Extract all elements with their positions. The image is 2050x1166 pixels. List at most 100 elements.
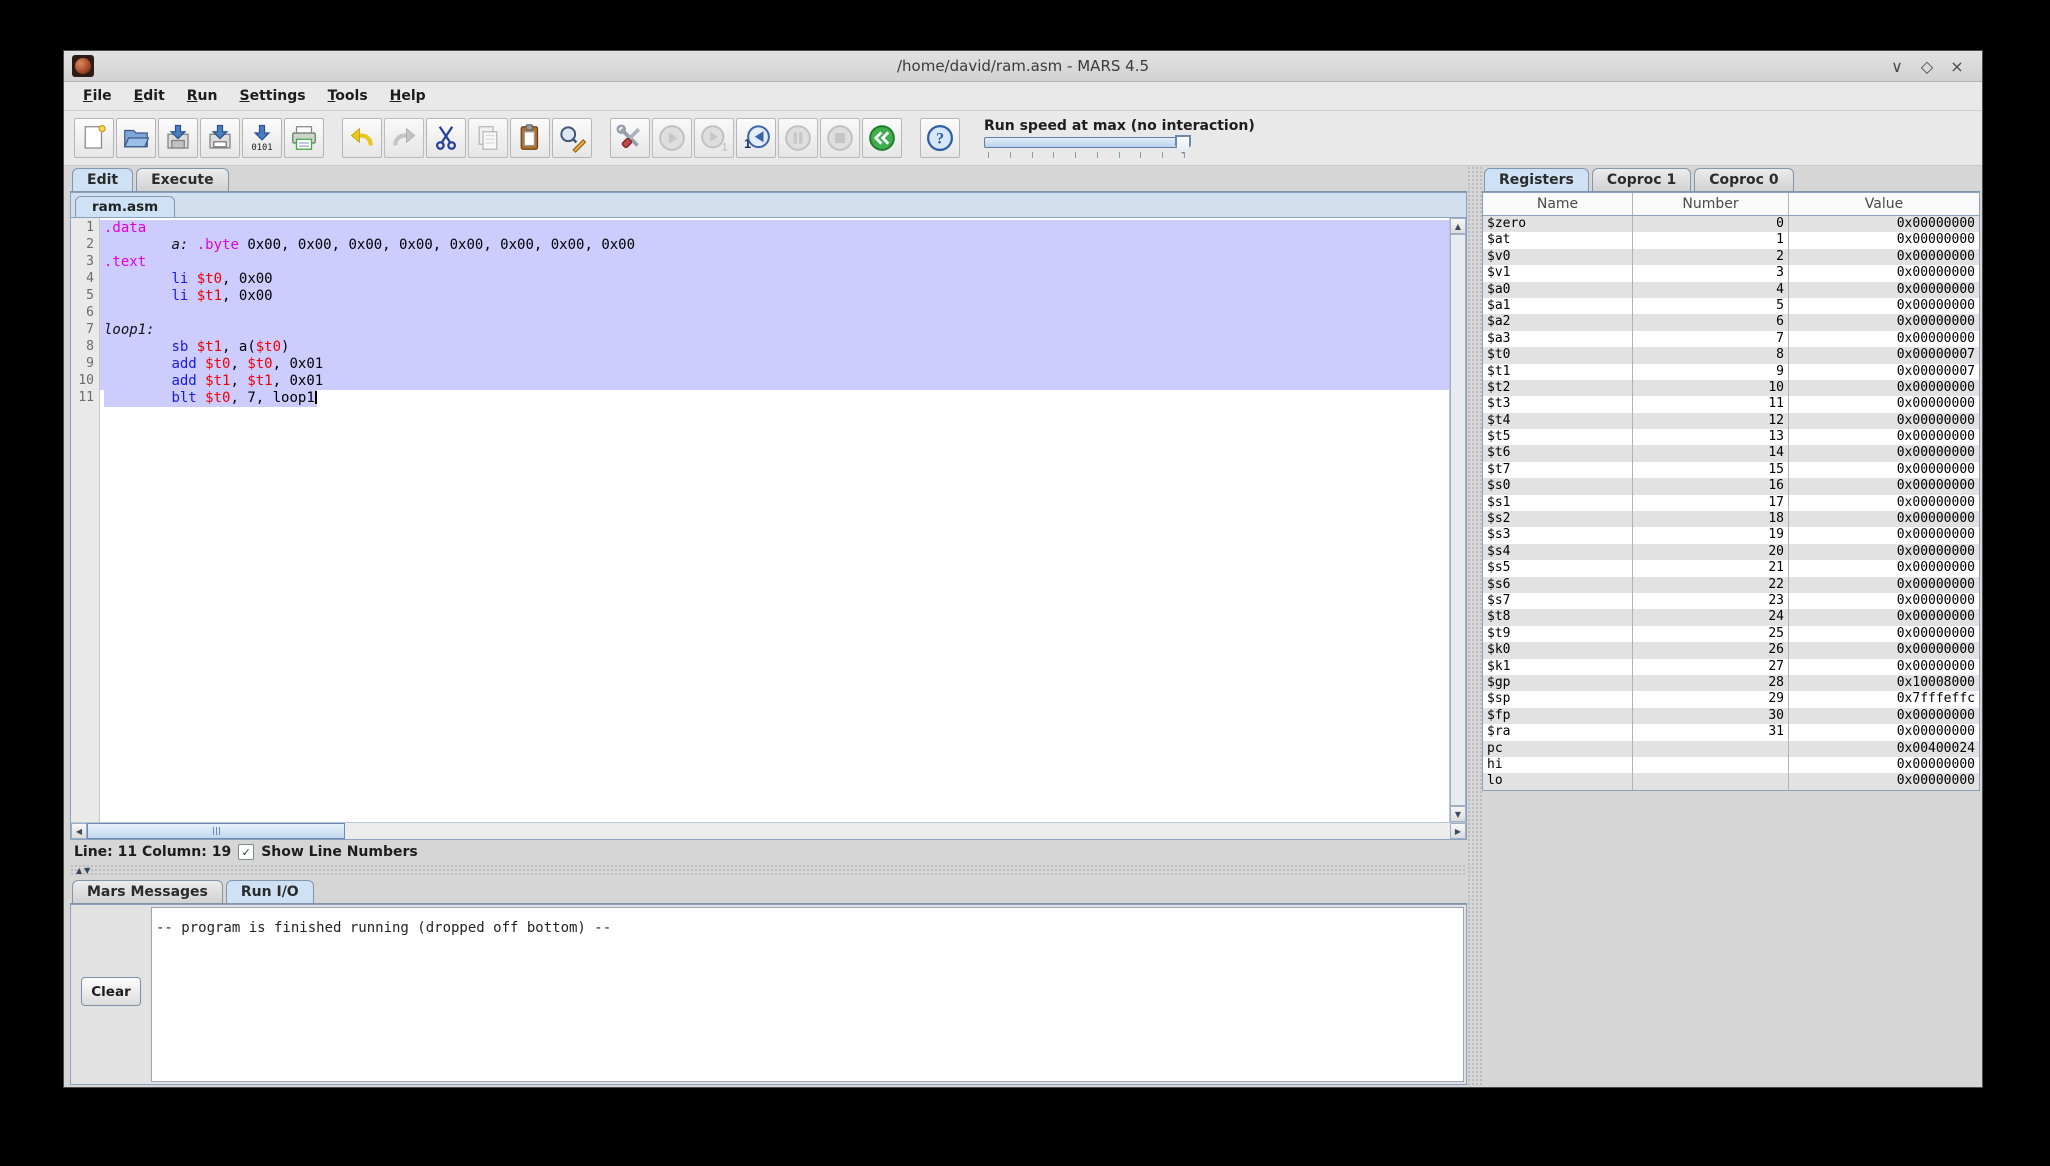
register-val[interactable]: 0x00000007: [1789, 347, 1979, 363]
register-val[interactable]: 0x00000000: [1789, 249, 1979, 265]
register-row-v0[interactable]: $v0 2 0x00000000: [1483, 248, 1979, 266]
redo-button[interactable]: [384, 118, 424, 158]
run-button[interactable]: [652, 118, 692, 158]
register-row-zero[interactable]: $zero 0 0x00000000: [1483, 216, 1979, 233]
menu-file[interactable]: File: [72, 84, 123, 108]
menu-tools[interactable]: Tools: [317, 84, 379, 108]
register-row-t2[interactable]: $t2 10 0x00000000: [1483, 379, 1979, 397]
register-val[interactable]: 0x00000000: [1789, 413, 1979, 429]
backstep-button[interactable]: 1: [736, 118, 776, 158]
tab-mars-messages[interactable]: Mars Messages: [72, 880, 223, 903]
register-val[interactable]: 0x00000000: [1789, 527, 1979, 543]
register-row-a1[interactable]: $a1 5 0x00000000: [1483, 297, 1979, 315]
register-row-s0[interactable]: $s0 16 0x00000000: [1483, 478, 1979, 495]
register-row-s5[interactable]: $s5 21 0x00000000: [1483, 560, 1979, 577]
undo-button[interactable]: [342, 118, 382, 158]
register-val[interactable]: 0x00000000: [1789, 232, 1979, 248]
new-file-button[interactable]: [74, 118, 114, 158]
find-replace-button[interactable]: [552, 118, 592, 158]
register-row-s6[interactable]: $s6 22 0x00000000: [1483, 576, 1979, 593]
scroll-left-icon[interactable]: ◀: [71, 823, 87, 839]
register-row-t0[interactable]: $t0 8 0x00000007: [1483, 347, 1979, 364]
vertical-scrollbar[interactable]: ▲ ▼: [1449, 218, 1466, 822]
tab-run-i-o[interactable]: Run I/O: [225, 880, 314, 903]
register-val[interactable]: 0x00000000: [1789, 331, 1979, 347]
copy-button[interactable]: [468, 118, 508, 158]
tab-edit[interactable]: Edit: [72, 168, 134, 191]
register-val[interactable]: 0x00000000: [1789, 757, 1979, 773]
register-row-t9[interactable]: $t9 25 0x00000000: [1483, 625, 1979, 643]
register-row-a2[interactable]: $a2 6 0x00000000: [1483, 314, 1979, 331]
print-button[interactable]: [284, 118, 324, 158]
register-val[interactable]: 0x00400024: [1789, 741, 1979, 757]
open-file-button[interactable]: [116, 118, 156, 158]
register-val[interactable]: 0x00000000: [1789, 609, 1979, 625]
register-val[interactable]: 0x00000000: [1789, 659, 1979, 675]
register-row-t3[interactable]: $t3 11 0x00000000: [1483, 396, 1979, 413]
register-val[interactable]: 0x00000000: [1789, 724, 1979, 740]
register-val[interactable]: 0x00000000: [1789, 626, 1979, 642]
register-val[interactable]: 0x00000000: [1789, 265, 1979, 281]
register-val[interactable]: 0x00000000: [1789, 560, 1979, 576]
register-val[interactable]: 0x00000000: [1789, 708, 1979, 724]
horizontal-scroll-track[interactable]: [345, 823, 1450, 839]
run-speed-slider[interactable]: [984, 135, 1191, 154]
register-row-fp[interactable]: $fp 30 0x00000000: [1483, 707, 1979, 725]
register-val[interactable]: 0x7fffeffc: [1789, 691, 1979, 707]
register-row-s4[interactable]: $s4 20 0x00000000: [1483, 543, 1979, 561]
register-val[interactable]: 0x00000000: [1789, 773, 1979, 789]
file-tab-ram-asm[interactable]: ram.asm: [75, 196, 176, 217]
vertical-splitter[interactable]: [1467, 166, 1482, 1085]
register-row-s2[interactable]: $s2 18 0x00000000: [1483, 511, 1979, 528]
register-row-s1[interactable]: $s1 17 0x00000000: [1483, 494, 1979, 512]
register-val[interactable]: 0x00000000: [1789, 544, 1979, 560]
menu-edit[interactable]: Edit: [123, 84, 176, 108]
horizontal-splitter[interactable]: ▲ ▼: [70, 864, 1467, 877]
reset-button[interactable]: [862, 118, 902, 158]
register-val[interactable]: 0x00000000: [1789, 593, 1979, 609]
register-row-lo[interactable]: lo 0x00000000: [1483, 773, 1979, 790]
stop-button[interactable]: [820, 118, 860, 158]
scroll-down-icon[interactable]: ▼: [1450, 806, 1466, 822]
scroll-right-icon[interactable]: ▶: [1450, 823, 1466, 839]
dump-memory-button[interactable]: 0101: [242, 118, 282, 158]
menu-settings[interactable]: Settings: [228, 84, 316, 108]
horizontal-scrollbar[interactable]: ◀ ▶: [71, 822, 1466, 839]
save-button[interactable]: [158, 118, 198, 158]
register-row-at[interactable]: $at 1 0x00000000: [1483, 232, 1979, 249]
help-button[interactable]: ?: [920, 118, 960, 158]
register-row-hi[interactable]: hi 0x00000000: [1483, 756, 1979, 774]
register-val[interactable]: 0x00000000: [1789, 511, 1979, 527]
register-val[interactable]: 0x00000000: [1789, 642, 1979, 658]
horizontal-scroll-thumb[interactable]: [87, 823, 345, 839]
register-val[interactable]: 0x00000000: [1789, 577, 1979, 593]
register-row-a0[interactable]: $a0 4 0x00000000: [1483, 281, 1979, 298]
register-row-t8[interactable]: $t8 24 0x00000000: [1483, 609, 1979, 626]
register-row-t1[interactable]: $t1 9 0x00000007: [1483, 363, 1979, 380]
register-val[interactable]: 0x00000000: [1789, 216, 1979, 232]
register-row-t4[interactable]: $t4 12 0x00000000: [1483, 412, 1979, 430]
register-val[interactable]: 0x00000000: [1789, 462, 1979, 478]
register-val[interactable]: 0x00000007: [1789, 364, 1979, 380]
register-row-ra[interactable]: $ra 31 0x00000000: [1483, 724, 1979, 741]
scroll-up-icon[interactable]: ▲: [1450, 218, 1466, 234]
register-val[interactable]: 0x00000000: [1789, 396, 1979, 412]
register-val[interactable]: 0x00000000: [1789, 445, 1979, 461]
register-row-sp[interactable]: $sp 29 0x7fffeffc: [1483, 691, 1979, 708]
clear-button[interactable]: Clear: [81, 977, 141, 1006]
register-val[interactable]: 0x00000000: [1789, 495, 1979, 511]
menu-run[interactable]: Run: [176, 84, 229, 108]
assemble-button[interactable]: [610, 118, 650, 158]
register-val[interactable]: 0x00000000: [1789, 380, 1979, 396]
splitter-collapse-up-icon[interactable]: ▲: [76, 866, 82, 875]
register-row-k1[interactable]: $k1 27 0x00000000: [1483, 658, 1979, 675]
register-val[interactable]: 0x00000000: [1789, 298, 1979, 314]
menu-help[interactable]: Help: [379, 84, 437, 108]
tab-coproc-0[interactable]: Coproc 0: [1694, 168, 1794, 191]
tab-registers[interactable]: Registers: [1484, 168, 1589, 191]
register-row-v1[interactable]: $v1 3 0x00000000: [1483, 265, 1979, 282]
register-row-gp[interactable]: $gp 28 0x10008000: [1483, 674, 1979, 692]
save-as-button[interactable]: [200, 118, 240, 158]
register-row-t6[interactable]: $t6 14 0x00000000: [1483, 445, 1979, 462]
vertical-scroll-thumb[interactable]: [1450, 234, 1466, 806]
